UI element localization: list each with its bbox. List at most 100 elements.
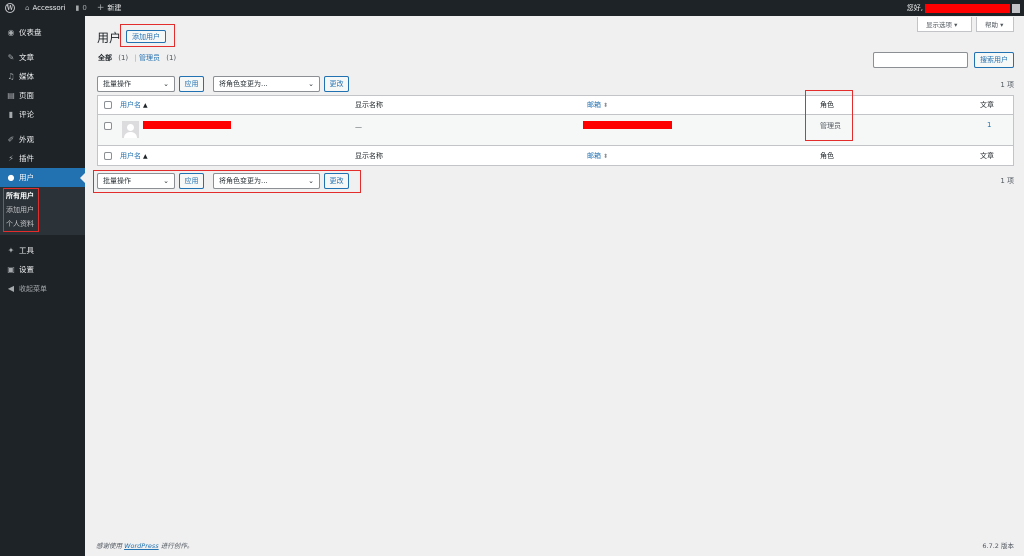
user-icon: ● <box>7 173 15 182</box>
item-count-bottom: 1 项 <box>1000 177 1014 185</box>
search-users-button[interactable]: 搜索用户 <box>974 52 1014 68</box>
change-button-top[interactable]: 更改 <box>324 76 349 92</box>
bulk-action-value: 批量操作 <box>103 80 131 88</box>
column-username-label: 用户名 <box>120 101 141 109</box>
redacted-username <box>925 3 1010 13</box>
column-email-label: 邮箱 <box>587 151 601 160</box>
sidebar-item-appearance[interactable]: ✐ 外观 <box>0 130 85 149</box>
main-content: 显示选项 ▾ 帮助 ▾ 用户 添加用户 全部 (1) | 管理员 (1) 搜索用… <box>85 16 1024 556</box>
column-username-label: 用户名 <box>120 151 141 160</box>
user-role-filters: 全部 (1) | 管理员 (1) <box>98 53 176 63</box>
sort-icon: ⬍ <box>603 102 609 109</box>
sidebar-item-label: 文章 <box>19 53 34 62</box>
comment-bubble-icon: ▮ <box>75 4 80 12</box>
sidebar-item-posts[interactable]: ✎ 文章 <box>0 48 85 67</box>
filter-all-count: (1) <box>118 54 129 62</box>
dashboard-icon: ◉ <box>7 28 15 37</box>
sidebar-item-label: 设置 <box>19 265 34 274</box>
site-name: Accessori <box>32 4 66 12</box>
sidebar-item-label: 页面 <box>19 91 34 100</box>
change-role-select-top[interactable]: 将角色变更为... ⌄ <box>213 76 320 92</box>
sidebar-item-label: 仪表盘 <box>19 28 42 37</box>
wordpress-link[interactable]: WordPress <box>124 542 159 550</box>
table-header-row: 用户名 ▲ 显示名称 邮箱 ⬍ 角色 文章 <box>98 96 1013 115</box>
apply-button-top[interactable]: 应用 <box>179 76 204 92</box>
brush-icon: ✐ <box>7 135 15 144</box>
site-name-link[interactable]: ⌂ Accessori <box>20 0 71 16</box>
help-label: 帮助 ▾ <box>985 21 1004 29</box>
redacted-username[interactable] <box>143 121 231 129</box>
users-submenu: 所有用户 添加用户 个人资料 <box>0 187 85 235</box>
highlight-box-role-column <box>805 90 853 141</box>
page-title: 用户 <box>97 31 122 45</box>
home-icon: ⌂ <box>25 4 30 12</box>
sidebar-item-dashboard[interactable]: ◉ 仪表盘 <box>0 23 85 42</box>
footer-version: 6.7.2 版本 <box>982 542 1014 550</box>
redacted-email[interactable] <box>583 121 672 129</box>
sort-icon: ⬍ <box>603 152 609 160</box>
select-all-checkbox-footer[interactable] <box>104 151 112 160</box>
display-name-value: — <box>355 123 362 131</box>
sidebar-collapse-menu[interactable]: ◀ 收起菜单 <box>0 279 85 298</box>
column-role: 角色 <box>820 151 834 160</box>
sidebar-item-label: 媒体 <box>19 72 34 81</box>
sidebar-item-label: 外观 <box>19 135 34 144</box>
change-role-value: 将角色变更为... <box>219 80 268 88</box>
column-email[interactable]: 邮箱 ⬍ <box>587 151 608 161</box>
sidebar-item-pages[interactable]: ▤ 页面 <box>0 86 85 105</box>
table-row: — 管理员 1 <box>98 115 1013 146</box>
highlight-box-submenu <box>3 188 39 232</box>
sidebar-item-label: 收起菜单 <box>19 284 47 293</box>
wordpress-logo-icon: W <box>5 3 15 13</box>
column-username[interactable]: 用户名 ▲ <box>120 100 148 110</box>
wrench-icon: ✦ <box>7 246 15 255</box>
column-posts: 文章 <box>980 151 994 160</box>
search-input[interactable] <box>873 52 968 68</box>
column-email-label: 邮箱 <box>587 101 601 109</box>
row-checkbox[interactable] <box>104 122 112 130</box>
posts-count-link[interactable]: 1 <box>987 121 991 129</box>
user-avatar <box>122 121 139 138</box>
filter-administrator[interactable]: 管理员 <box>139 54 160 62</box>
new-content-link[interactable]: + 新建 <box>92 0 127 16</box>
pin-icon: ✎ <box>7 53 15 62</box>
users-table: 用户名 ▲ 显示名称 邮箱 ⬍ 角色 文章 — 管理员 1 用户名 ▲ 显示名称… <box>97 95 1014 166</box>
comments-link[interactable]: ▮ 0 <box>71 0 92 16</box>
help-button[interactable]: 帮助 ▾ <box>976 17 1014 32</box>
sidebar-item-users[interactable]: ● 用户 <box>0 168 85 187</box>
table-footer-row: 用户名 ▲ 显示名称 邮箱 ⬍ 角色 文章 <box>98 146 1013 165</box>
sidebar-item-media[interactable]: ♫ 媒体 <box>0 67 85 86</box>
sidebar-item-tools[interactable]: ✦ 工具 <box>0 241 85 260</box>
column-posts: 文章 <box>980 101 994 109</box>
column-email[interactable]: 邮箱 ⬍ <box>587 100 608 110</box>
sidebar-item-plugins[interactable]: ⚡ 插件 <box>0 149 85 168</box>
sidebar-item-comments[interactable]: ▮ 评论 <box>0 105 85 124</box>
sidebar-item-label: 评论 <box>19 110 34 119</box>
wordpress-logo-button[interactable]: W <box>0 0 20 16</box>
my-account[interactable]: 您好, <box>907 3 1024 13</box>
item-count-top: 1 项 <box>1000 81 1014 89</box>
sidebar-item-settings[interactable]: ▣ 设置 <box>0 260 85 279</box>
greeting: 您好, <box>906 4 923 12</box>
sidebar-item-label: 用户 <box>19 173 34 182</box>
highlight-box-bulk-actions <box>93 170 361 193</box>
chevron-down-icon: ⌄ <box>163 80 169 88</box>
filter-admin-count: (1) <box>166 54 177 62</box>
admin-bar: W ⌂ Accessori ▮ 0 + 新建 您好, <box>0 0 1024 16</box>
new-label: 新建 <box>107 4 122 12</box>
screen-options-button[interactable]: 显示选项 ▾ <box>917 17 972 32</box>
select-all-checkbox[interactable] <box>104 101 112 109</box>
highlight-box-add-user <box>120 24 175 47</box>
bulk-action-select-top[interactable]: 批量操作 ⌄ <box>97 76 175 92</box>
column-username[interactable]: 用户名 ▲ <box>120 151 148 161</box>
footer-thanks-suffix: 进行创作。 <box>160 542 194 550</box>
admin-sidebar: ◉ 仪表盘 ✎ 文章 ♫ 媒体 ▤ 页面 ▮ 评论 ✐ 外观 ⚡ 插件 ● 用户… <box>0 16 85 556</box>
sort-icon: ▲ <box>143 102 148 109</box>
chevron-down-icon: ⌄ <box>308 80 314 88</box>
filter-all[interactable]: 全部 <box>98 54 112 62</box>
footer-thanks: 感谢使用 WordPress 进行创作。 <box>96 540 193 550</box>
page-icon: ▤ <box>7 91 15 100</box>
sidebar-item-label: 插件 <box>19 154 34 163</box>
plus-icon: + <box>96 3 105 13</box>
column-display-name: 显示名称 <box>355 151 383 160</box>
